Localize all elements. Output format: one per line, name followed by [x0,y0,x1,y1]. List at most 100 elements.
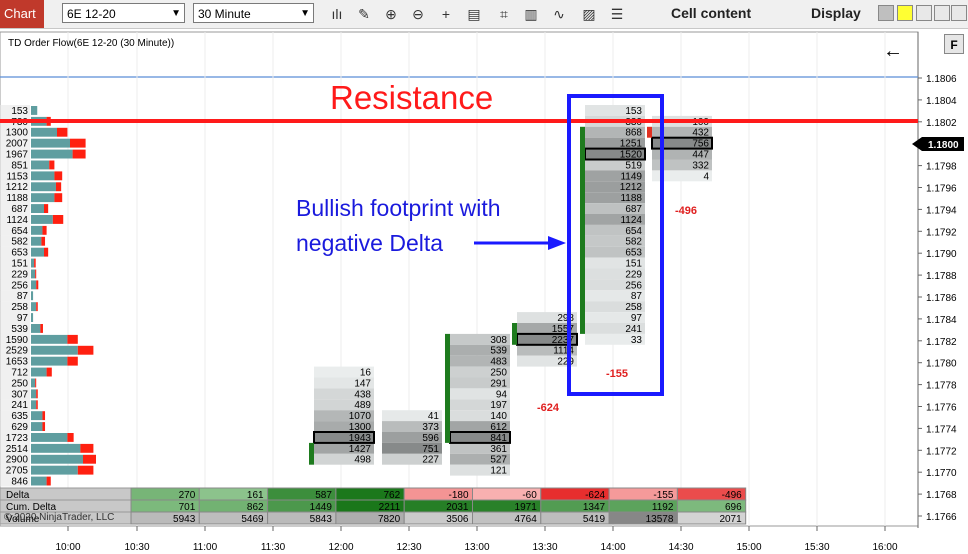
profile-value: 653 [11,248,28,259]
footprint-value: 483 [490,357,507,368]
profile-sell-bar [54,193,63,203]
price-tick-label: 1.1766 [926,512,957,523]
profile-buy-bar [31,193,55,203]
profile-value: 635 [11,411,28,422]
table-value: -496 [722,490,742,501]
profile-sell-bar [46,476,51,486]
table-value: 762 [384,490,401,501]
profile-value: 1124 [6,215,28,226]
footprint-value: 151 [625,259,642,270]
candle-body [445,333,450,443]
properties-f-button[interactable]: F [944,34,964,54]
profile-value: 1653 [6,357,29,368]
profile-value: 241 [11,400,28,411]
profile-sell-bar [52,215,64,224]
resistance-label: Resistance [330,79,493,117]
time-tick-label: 10:00 [55,542,80,553]
profile-sell-bar [41,236,46,246]
profile-sell-bar [49,160,55,170]
profile-value: 151 [11,259,28,270]
profile-buy-bar [31,247,44,257]
profile-buy-bar [31,215,53,224]
profile-value: 2514 [6,444,29,455]
profile-buy-bar [31,454,83,464]
table-value: 862 [247,502,264,513]
profile-value: 250 [11,378,28,389]
footprint-value: 250 [490,368,507,379]
profile-sell-bar [35,269,37,279]
price-tick-label: 1.1804 [926,96,957,107]
price-tick-label: 1.1786 [926,293,957,304]
profile-sell-bar [42,411,46,421]
profile-sell-bar [42,422,46,431]
time-tick-label: 14:30 [668,542,693,553]
chart-title: TD Order Flow(6E 12-20 (30 Minute)) [8,38,175,49]
profile-sell-bar [77,465,94,475]
footprint-value: 147 [354,378,371,389]
profile-buy-bar [31,324,41,333]
footprint-value: 140 [490,411,507,422]
price-tick-label: 1.1782 [926,337,957,348]
price-tick-label: 1.1796 [926,184,957,195]
footprint-value: 229 [557,357,574,368]
profile-buy-bar [31,258,35,268]
profile-buy-bar [31,138,70,148]
candle-delta-label: -624 [537,402,560,414]
resistance-text: Resistance [330,79,494,116]
time-tick-label: 15:00 [736,542,761,553]
time-tick-label: 11:00 [193,542,218,553]
footprint-value: 654 [625,226,642,237]
profile-buy-bar [31,422,43,431]
footprint-value: 227 [422,455,439,466]
back-arrow-icon[interactable]: ← [883,40,903,63]
profile-sell-bar [83,454,96,464]
profile-sell-bar [40,324,43,333]
footprint-value: 94 [496,389,508,400]
profile-value: 582 [11,237,28,248]
profile-buy-bar [31,280,37,290]
time-tick-label: 12:00 [328,542,353,553]
profile-sell-bar [36,389,38,399]
profile-value: 229 [11,269,28,280]
footprint-value: 1212 [620,182,643,193]
price-tick-label: 1.1774 [926,424,957,435]
price-tick-label: 1.1792 [926,227,957,238]
footprint-value: 4 [703,171,709,182]
footprint-value: 308 [490,335,507,346]
profile-value: 153 [11,106,28,117]
footprint-value: 527 [490,455,507,466]
profile-value: 687 [11,204,28,215]
table-value: 270 [179,490,196,501]
footprint-value: 241 [625,324,642,335]
profile-buy-bar [31,378,36,388]
profile-value: 97 [17,313,29,324]
candle-body [580,126,585,334]
profile-sell-bar [34,258,36,268]
table-value: 1449 [310,502,333,513]
footprint-value: 447 [692,150,709,161]
footprint-value: 438 [354,389,371,400]
profile-buy-bar [31,476,47,486]
footprint-value: 41 [428,411,440,422]
footprint-value: 498 [354,455,371,466]
time-tick-label: 16:00 [872,542,897,553]
time-tick-label: 10:30 [124,542,149,553]
profile-buy-bar [31,160,50,170]
bullish-annotation-line2: negative Delta [296,230,444,256]
price-tick-label: 1.1798 [926,162,957,173]
time-tick-label: 13:00 [464,542,489,553]
footprint-value: 291 [490,378,507,389]
footprint-value: 121 [490,466,507,477]
profile-value: 258 [11,302,28,313]
footprint-value: 1149 [620,171,642,182]
profile-sell-bar [77,345,94,355]
footprint-value: 519 [625,160,642,171]
candle-body [512,323,517,345]
copyright-text: © 2020 NinjaTrader, LLC [4,512,114,523]
profile-sell-bar [36,400,38,410]
footprint-value: 197 [490,400,507,411]
profile-sell-bar [36,280,39,290]
table-value: -624 [585,490,605,501]
table-value: 696 [725,502,742,513]
profile-buy-bar [31,127,57,137]
